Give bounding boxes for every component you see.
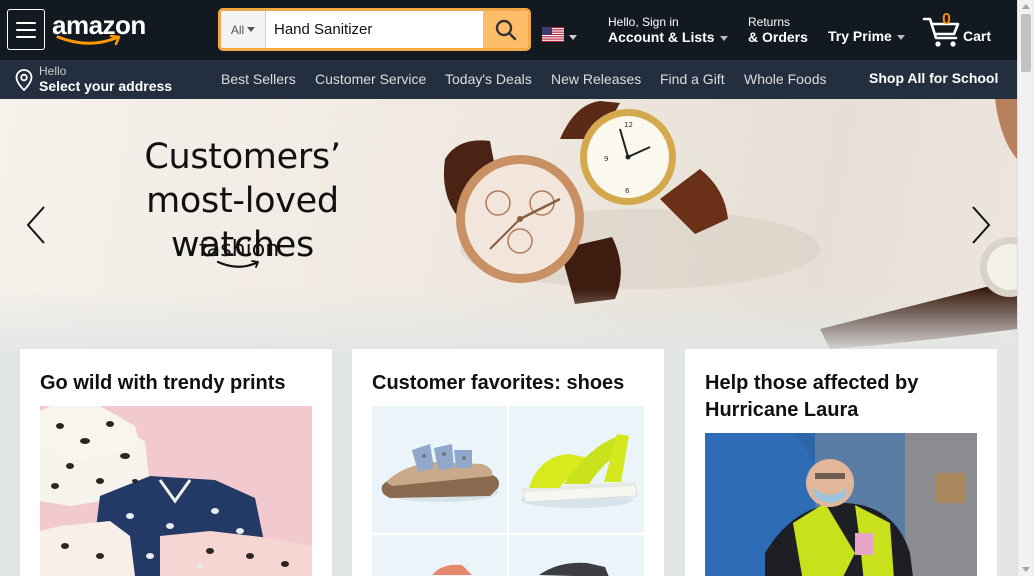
yellow-sandal-image bbox=[521, 434, 638, 508]
caret-down-icon bbox=[719, 35, 728, 41]
address-selector[interactable]: Hello Select your address bbox=[15, 65, 172, 94]
hero-title-line1: Customers’ bbox=[144, 137, 341, 177]
caret-down-icon bbox=[896, 34, 905, 40]
language-selector[interactable] bbox=[542, 26, 578, 42]
carousel-next-button[interactable] bbox=[970, 205, 992, 245]
card-title[interactable]: Help those affected by Hurricane Laura bbox=[705, 370, 979, 424]
blue-sandal-image bbox=[381, 444, 499, 502]
search-category-label: All bbox=[230, 22, 245, 37]
cart-button[interactable]: 0 Cart bbox=[922, 10, 994, 50]
subnav-whole-foods[interactable]: Whole Foods bbox=[744, 71, 826, 87]
search-input[interactable] bbox=[266, 11, 483, 48]
returns-orders-link[interactable]: Returns & Orders bbox=[748, 15, 808, 46]
account-label: Account & Lists bbox=[608, 29, 715, 45]
address-label: Select your address bbox=[39, 78, 173, 94]
hero-banner[interactable]: 12 9 6 Customers’ most-loved watches fas… bbox=[0, 99, 1017, 349]
subnav-customer-service[interactable]: Customer Service bbox=[315, 71, 426, 87]
caret-down-icon bbox=[569, 34, 577, 40]
location-pin-icon bbox=[15, 68, 33, 91]
cart-count: 0 bbox=[942, 11, 951, 28]
clothing-prints-image bbox=[40, 406, 312, 576]
top-nav: amazon All Hand Sanitizer Hello, Sign in… bbox=[0, 0, 1017, 60]
shoe-tile-sandal-blue[interactable] bbox=[372, 406, 507, 533]
shoe-tile-sandal-black[interactable] bbox=[509, 535, 644, 576]
carousel-prev-button[interactable] bbox=[25, 205, 47, 245]
black-sandal-image bbox=[539, 562, 609, 576]
card-shoes: Customer favorites: shoes bbox=[352, 349, 664, 576]
us-flag-icon bbox=[542, 26, 564, 42]
card-hurricane-laura: Help those affected by Hurricane Laura bbox=[685, 349, 997, 576]
try-prime-link[interactable]: Try Prime bbox=[828, 28, 905, 44]
shoe-tile-sandal-orange[interactable] bbox=[372, 535, 507, 576]
chevron-right-icon bbox=[972, 206, 991, 244]
subnav-find-a-gift[interactable]: Find a Gift bbox=[660, 71, 725, 87]
card-hurricane-image[interactable] bbox=[705, 433, 977, 576]
hamburger-icon bbox=[16, 21, 36, 24]
warehouse-worker-image bbox=[705, 433, 977, 576]
account-lists-link[interactable]: Hello, Sign in Account & Lists bbox=[608, 15, 728, 46]
svg-text:6: 6 bbox=[625, 187, 630, 195]
search-button[interactable] bbox=[483, 11, 528, 48]
page-scrollbar[interactable] bbox=[1017, 0, 1034, 576]
svg-text:12: 12 bbox=[624, 121, 633, 129]
subnav-todays-deals[interactable]: Today's Deals bbox=[445, 71, 532, 87]
scroll-up-icon[interactable] bbox=[1022, 4, 1030, 9]
card-title[interactable]: Go wild with trendy prints bbox=[40, 370, 314, 397]
returns-label: Returns bbox=[748, 15, 791, 29]
card-prints-image[interactable] bbox=[40, 406, 312, 576]
prime-label: Try Prime bbox=[828, 28, 892, 44]
orange-sandal-image bbox=[432, 564, 472, 575]
search-icon bbox=[495, 19, 516, 40]
orders-label: & Orders bbox=[748, 29, 808, 45]
account-greeting: Hello, Sign in bbox=[608, 15, 679, 29]
subnav-new-releases[interactable]: New Releases bbox=[551, 71, 641, 87]
svg-text:9: 9 bbox=[604, 155, 608, 163]
shoe-tile-sandal-yellow[interactable] bbox=[509, 406, 644, 533]
address-greeting: Hello bbox=[39, 64, 67, 78]
shop-all-for-school-link[interactable]: Shop All for School bbox=[869, 70, 998, 86]
amazon-logo[interactable]: amazon bbox=[52, 10, 152, 48]
search-category-dropdown[interactable]: All bbox=[221, 11, 266, 48]
hero-brand-logo: fashion bbox=[199, 237, 279, 270]
caret-down-icon bbox=[247, 27, 256, 32]
menu-button[interactable] bbox=[7, 9, 45, 50]
subnav-best-sellers[interactable]: Best Sellers bbox=[221, 71, 296, 87]
hero-brand-text: fashion bbox=[199, 237, 280, 262]
cart-label: Cart bbox=[963, 28, 992, 44]
sub-nav: Hello Select your address Best Sellers C… bbox=[0, 60, 1017, 99]
scroll-thumb[interactable] bbox=[1021, 14, 1031, 72]
card-trendy-prints: Go wild with trendy prints bbox=[20, 349, 332, 576]
chevron-left-icon bbox=[26, 206, 45, 244]
smile-icon bbox=[56, 34, 121, 46]
scroll-down-icon[interactable] bbox=[1022, 567, 1030, 572]
card-title[interactable]: Customer favorites: shoes bbox=[372, 370, 646, 397]
search-bar: All bbox=[218, 8, 531, 51]
